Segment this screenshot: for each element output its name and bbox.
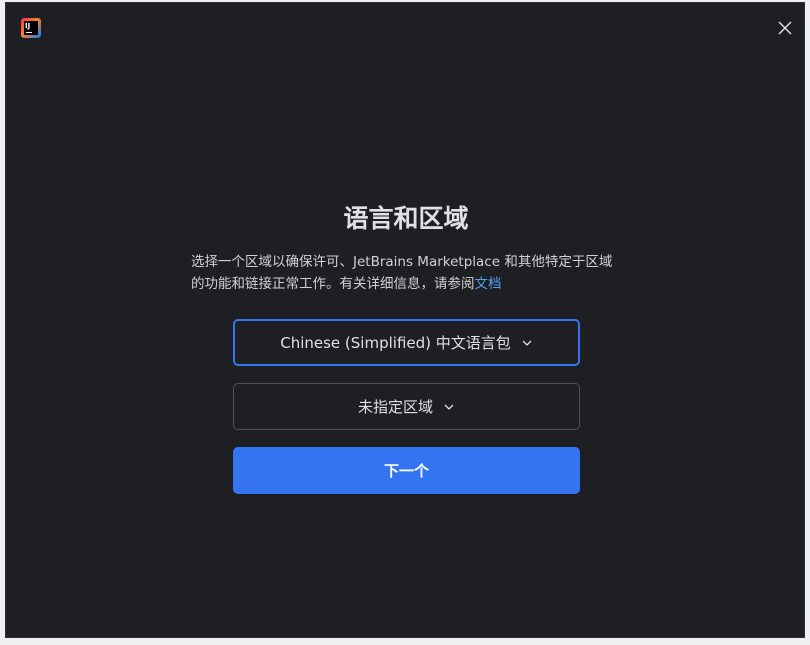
dialog-content: 语言和区域 选择一个区域以确保许可、JetBrains Marketplace … [6,3,806,639]
chevron-down-icon [444,404,454,410]
description-text: 选择一个区域以确保许可、JetBrains Marketplace 和其他特定于… [191,254,613,292]
welcome-dialog: IJ 语言和区域 选择一个区域以确保许可、JetBrains Marketpla… [5,2,805,638]
region-select[interactable]: 未指定区域 [233,383,580,430]
next-button-label: 下一个 [383,462,429,480]
region-select-value: 未指定区域 [357,398,433,416]
documentation-link[interactable]: 文档 [475,276,502,292]
next-button[interactable]: 下一个 [233,447,580,494]
chevron-down-icon [522,340,532,346]
dialog-title: 语言和区域 [343,204,469,233]
language-select-value: Chinese (Simplified) 中文语言包 [280,334,511,352]
dialog-description: 选择一个区域以确保许可、JetBrains Marketplace 和其他特定于… [191,251,621,295]
language-select[interactable]: Chinese (Simplified) 中文语言包 [233,319,580,366]
